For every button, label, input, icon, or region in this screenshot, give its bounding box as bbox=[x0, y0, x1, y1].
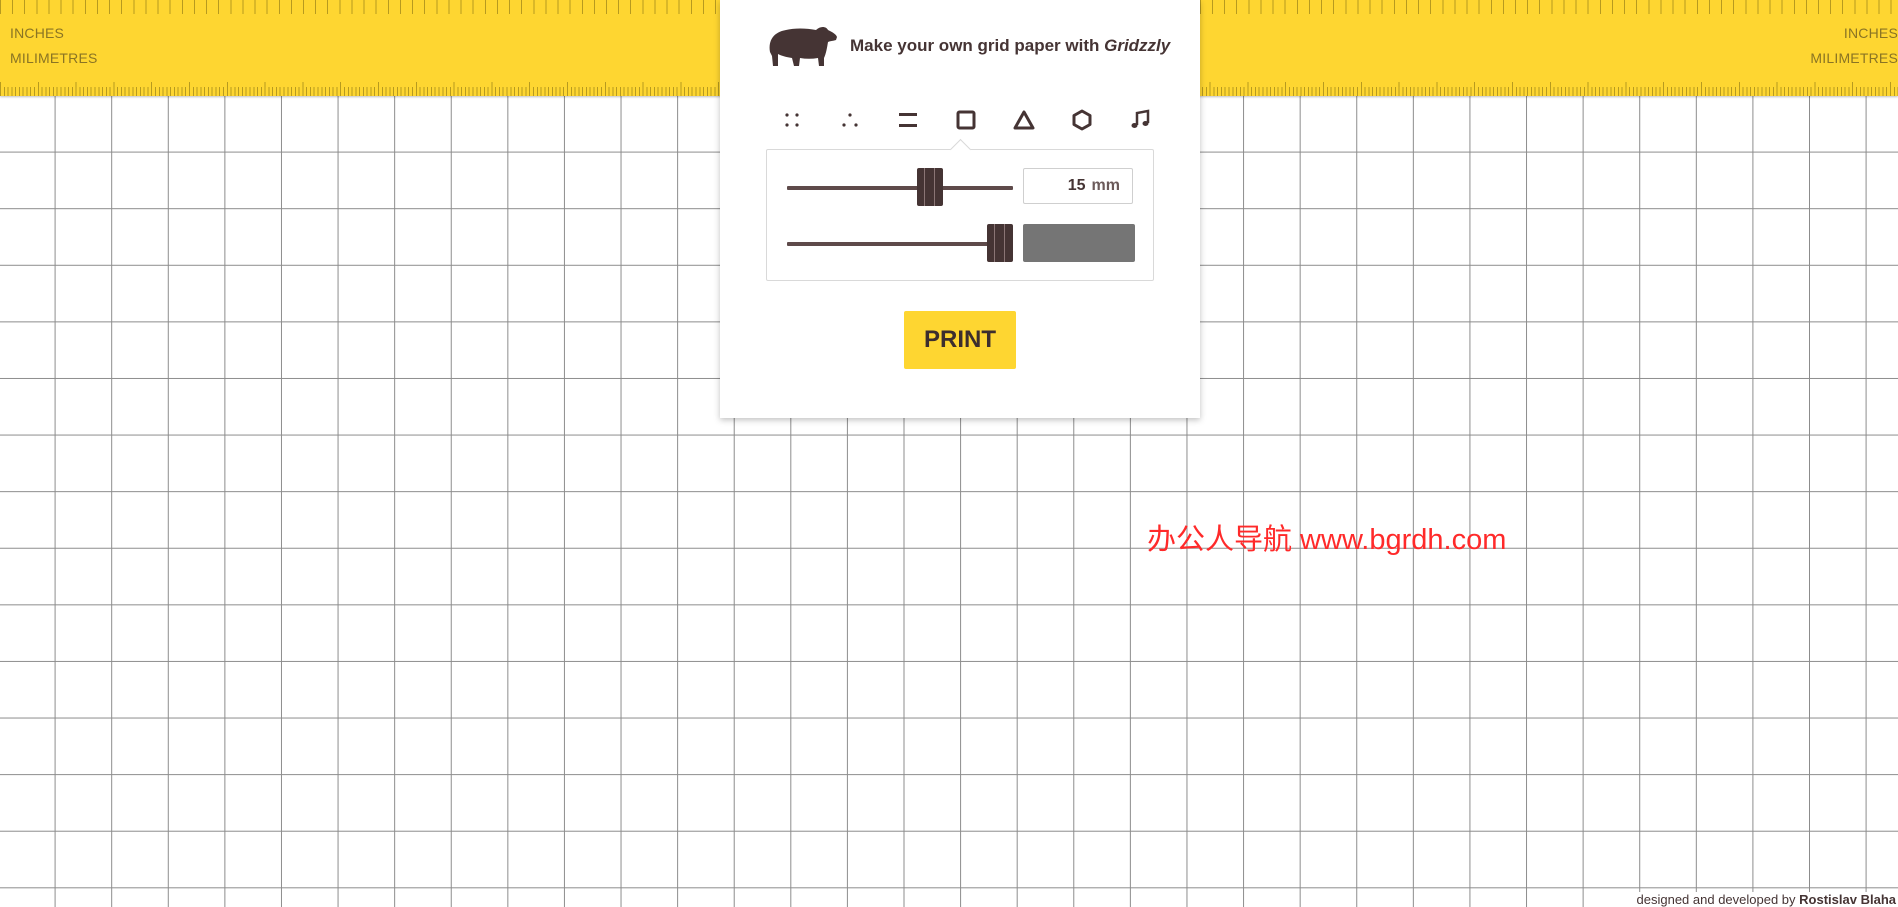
tagline-prefix: Make your own grid paper with bbox=[850, 36, 1100, 55]
grid-size-unit: mm bbox=[1091, 177, 1120, 194]
millimetres-label-right: MILIMETRES bbox=[1810, 50, 1898, 66]
grid-type-squares[interactable] bbox=[950, 104, 982, 136]
grid-type-hexagons[interactable] bbox=[1066, 104, 1098, 136]
grid-size-field[interactable]: 15 mm bbox=[1023, 168, 1133, 204]
dots-triangle-icon bbox=[842, 113, 858, 127]
brand: Make your own grid paper with Gridzzly bbox=[766, 22, 1170, 70]
bear-icon bbox=[769, 27, 837, 66]
line-color-slider-handle[interactable] bbox=[987, 224, 1013, 262]
millimetres-label-left: MILIMETRES bbox=[10, 50, 98, 66]
grid-type-dots-triangle[interactable] bbox=[834, 104, 866, 136]
lines-icon bbox=[899, 113, 917, 127]
grid-type-lines[interactable] bbox=[892, 104, 924, 136]
square-icon bbox=[956, 110, 976, 130]
app-name: Gridzzly bbox=[1104, 36, 1171, 55]
line-color-slider[interactable] bbox=[787, 224, 1013, 262]
dots-square-icon bbox=[785, 113, 799, 127]
grid-size-slider-handle[interactable] bbox=[917, 168, 943, 206]
grid-type-dots-square[interactable] bbox=[776, 104, 808, 136]
watermark: 办公人导航 www.bgrdh.com bbox=[1147, 524, 1507, 556]
line-color-swatch bbox=[1023, 224, 1135, 262]
hexagon-icon bbox=[1072, 109, 1092, 131]
grid-size-slider[interactable] bbox=[787, 168, 1013, 206]
tagline: Make your own grid paper with Gridzzly bbox=[850, 36, 1170, 56]
print-button[interactable]: PRINT bbox=[904, 311, 1016, 369]
music-note-icon bbox=[1131, 109, 1150, 128]
settings-panel: Make your own grid paper with Gridzzly 1… bbox=[720, 0, 1200, 418]
grid-size-value: 15 bbox=[1067, 177, 1086, 194]
inches-label-right: INCHES bbox=[1843, 25, 1898, 41]
grid-type-music[interactable] bbox=[1124, 104, 1156, 136]
triangle-icon bbox=[1013, 110, 1035, 130]
inches-label-left: INCHES bbox=[10, 25, 65, 41]
selected-type-caret bbox=[949, 138, 972, 161]
grid-type-triangles[interactable] bbox=[1008, 104, 1040, 136]
grid-settings-box: 15 mm bbox=[766, 138, 1154, 281]
grid-type-selector bbox=[776, 102, 1156, 138]
